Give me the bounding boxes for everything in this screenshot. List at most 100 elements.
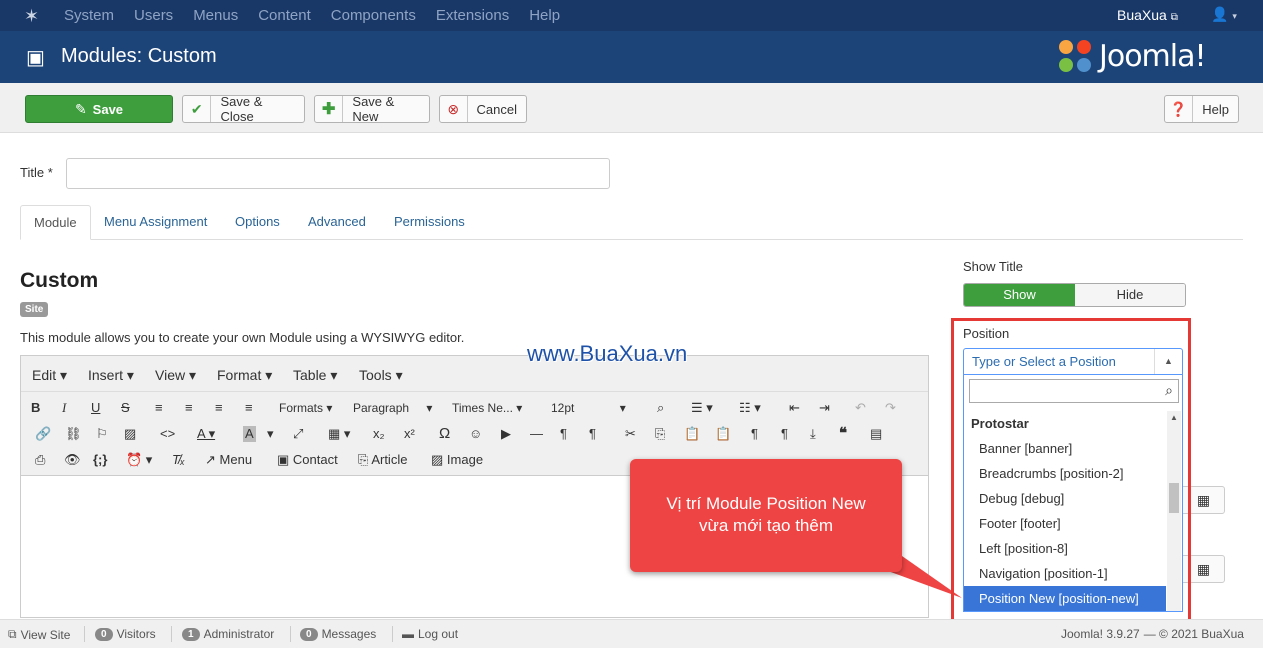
menu-system[interactable]: System (64, 7, 114, 24)
paste-icon[interactable]: 📋 (684, 426, 700, 442)
visitors-link[interactable]: 0 Visitors (95, 627, 156, 641)
menu-help[interactable]: Help (529, 7, 560, 24)
cut-icon[interactable]: ✂ (625, 426, 636, 442)
unlink-icon[interactable]: ⛓ (65, 426, 82, 442)
position-option-navigation[interactable]: Navigation [position-1] (964, 561, 1166, 586)
tab-module[interactable]: Module (20, 205, 91, 240)
position-search-input[interactable]: ⌕ (969, 379, 1179, 403)
position-option-debug[interactable]: Debug [debug] (964, 486, 1166, 511)
link-icon[interactable]: 🔗 (35, 426, 51, 442)
position-option-breadcrumbs[interactable]: Breadcrumbs [position-2] (964, 461, 1166, 486)
show-option[interactable]: Show (964, 284, 1075, 306)
clear-format-icon[interactable]: T̸ₓ (172, 452, 185, 468)
position-option-position-new[interactable]: Position New [position-new] (964, 586, 1166, 611)
position-select[interactable]: Type or Select a Position ▲ (963, 348, 1183, 375)
position-option-footer[interactable]: Footer [footer] (964, 511, 1166, 536)
background-color-caret-icon[interactable]: ▾ (267, 426, 274, 442)
background-color-icon[interactable]: A (243, 426, 256, 442)
paragraph-dropdown[interactable]: Paragraph ▾ (353, 400, 432, 416)
joomla-logo-icon[interactable]: ✶ (24, 6, 39, 27)
align-justify-icon[interactable]: ≡ (245, 400, 253, 416)
help-button[interactable]: ❓ Help (1164, 95, 1239, 123)
menu-users[interactable]: Users (134, 7, 173, 24)
strikethrough-icon[interactable]: S (121, 400, 130, 416)
emoticons-icon[interactable]: ☺ (469, 426, 482, 442)
insert-date-icon[interactable]: ⤓ (810, 426, 816, 442)
insert-image-button[interactable]: ▨ Image (431, 452, 483, 468)
bullet-list-icon[interactable]: ☰ ▾ (691, 400, 713, 416)
insert-contact-button[interactable]: ▣ Contact (277, 452, 338, 468)
scroll-up-icon[interactable]: ▲ (1170, 413, 1178, 422)
code-sample-icon[interactable]: {;} (93, 452, 107, 468)
menu-components[interactable]: Components (331, 7, 416, 24)
save-close-button[interactable]: ✔ Save & Close (182, 94, 305, 124)
cancel-button[interactable]: ⊗ Cancel (439, 95, 527, 123)
font-size-dropdown[interactable]: 12pt ▾ (551, 400, 626, 416)
menu-content[interactable]: Content (258, 7, 311, 24)
logout-link[interactable]: ▬ Log out (402, 627, 458, 641)
menu-extensions[interactable]: Extensions (436, 7, 509, 24)
redo-icon[interactable]: ↷ (885, 400, 896, 416)
show-blocks-icon[interactable]: ¶ (751, 426, 758, 442)
visual-chars-icon[interactable]: ¶ (781, 426, 788, 442)
editor-menu-table[interactable]: Table ▾ (293, 367, 337, 384)
menu-menus[interactable]: Menus (193, 7, 238, 24)
indent-icon[interactable]: ⇥ (819, 400, 830, 416)
italic-icon[interactable]: I (62, 400, 66, 416)
superscript-icon[interactable]: x² (404, 426, 415, 442)
dropdown-scrollbar[interactable]: ▲ (1167, 411, 1181, 611)
underline-icon[interactable]: U (91, 400, 100, 416)
insert-article-button[interactable]: ⎘ Article (358, 452, 407, 468)
table-icon[interactable]: ▦ ▾ (328, 426, 350, 442)
hide-option[interactable]: Hide (1075, 284, 1185, 306)
template-icon[interactable]: ▤ (870, 426, 882, 442)
save-new-button[interactable]: ✚ Save & New (314, 94, 430, 124)
messages-link[interactable]: 0 Messages (300, 627, 376, 641)
align-center-icon[interactable]: ≡ (185, 400, 193, 416)
insert-menu-button[interactable]: ↗ Menu (205, 452, 252, 468)
align-right-icon[interactable]: ≡ (215, 400, 223, 416)
title-input[interactable] (66, 158, 610, 189)
site-link[interactable]: BuaXua ⧉ (1117, 7, 1178, 23)
editor-menu-tools[interactable]: Tools ▾ (359, 367, 403, 384)
tab-advanced[interactable]: Advanced (295, 205, 379, 240)
paste-text-icon[interactable]: 📋 (715, 426, 731, 442)
find-replace-icon[interactable]: ⌕ (657, 400, 664, 416)
formats-dropdown[interactable]: Formats ▾ (279, 400, 332, 416)
subscript-icon[interactable]: x₂ (373, 426, 385, 442)
font-family-dropdown[interactable]: Times Ne... ▾ (452, 400, 522, 416)
position-option-banner[interactable]: Banner [banner] (964, 436, 1166, 461)
blockquote-icon[interactable]: ❝ (839, 426, 847, 442)
undo-icon[interactable]: ↶ (855, 400, 866, 416)
ltr-icon[interactable]: ¶ (560, 426, 567, 442)
caret-up-icon[interactable]: ▲ (1154, 349, 1182, 374)
horizontal-rule-icon[interactable]: — (530, 426, 543, 442)
code-icon[interactable]: <> (160, 426, 175, 442)
user-menu-icon[interactable]: 👤 ▾ (1211, 6, 1237, 23)
anchor-icon[interactable]: ⚐ (96, 426, 108, 442)
tab-options[interactable]: Options (222, 205, 293, 240)
preview-icon[interactable]: 👁 (64, 452, 81, 468)
tab-permissions[interactable]: Permissions (381, 205, 478, 240)
copy-icon[interactable]: ⎘ (655, 426, 665, 442)
numbered-list-icon[interactable]: ☷ ▾ (739, 400, 761, 416)
tab-menu-assignment[interactable]: Menu Assignment (91, 205, 220, 240)
editor-menu-edit[interactable]: Edit ▾ (32, 367, 67, 384)
align-left-icon[interactable]: ≡ (155, 400, 163, 416)
editor-menu-insert[interactable]: Insert ▾ (88, 367, 134, 384)
position-option-left[interactable]: Left [position-8] (964, 536, 1166, 561)
bold-icon[interactable]: B (31, 400, 40, 416)
fullscreen-icon[interactable]: ⤢ (293, 426, 303, 442)
time-icon[interactable]: ⏰ ▾ (126, 452, 152, 468)
admin-link[interactable]: 1 Administrator (182, 627, 274, 641)
print-icon[interactable]: ⎙ (35, 452, 45, 468)
insert-image-icon[interactable]: ▨ (124, 426, 136, 442)
scrollbar-thumb[interactable] (1169, 483, 1179, 513)
save-button[interactable]: ✎ Save (25, 95, 173, 123)
text-color-icon[interactable]: A ▾ (197, 426, 215, 442)
media-icon[interactable]: ▶ (501, 426, 511, 442)
editor-menu-view[interactable]: View ▾ (155, 367, 196, 384)
view-site-link[interactable]: ⧉ View Site (8, 627, 70, 642)
outdent-icon[interactable]: ⇤ (789, 400, 800, 416)
special-character-icon[interactable]: Ω (439, 426, 450, 442)
